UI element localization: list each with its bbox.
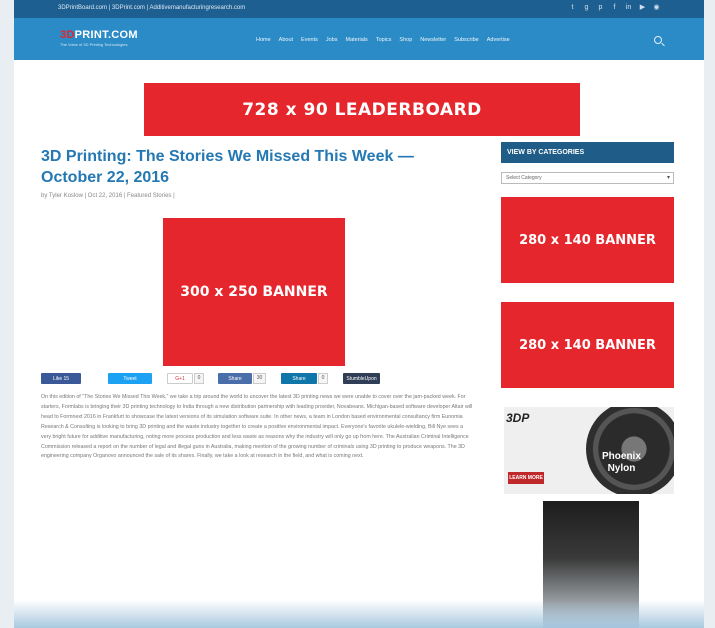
logo-prefix: 3D [60,29,75,41]
facebook-share-button[interactable]: Share [218,373,252,384]
menu-item-events[interactable]: Events [301,37,318,43]
stumbleupon-button[interactable]: StumbleUpon [343,373,380,384]
gplus-count: 0 [194,373,204,384]
sidebar-banner-ad-1[interactable]: 280 x 140 BANNER [501,197,674,283]
social-icons: t g p f in ▶ ◉ [569,4,660,11]
menu-item-subscribe[interactable]: Subscribe [454,37,478,43]
promo-brand: 3DP [506,411,530,425]
youtube-icon[interactable]: ▶ [639,4,646,11]
linkedin-share-count: 0 [318,373,328,384]
logo-name: PRINT.COM [74,29,138,41]
menu-item-materials[interactable]: Materials [346,37,368,43]
menu-item-jobs[interactable]: Jobs [326,37,338,43]
gplus-button[interactable]: G+1 [167,373,193,384]
linkedin-share-button[interactable]: Share [281,373,317,384]
promo-product-line2: Nylon [607,463,636,474]
site-logo[interactable]: 3DPRINT.COM The Voice of 3D Printing Tec… [60,29,138,47]
menu-item-topics[interactable]: Topics [376,37,392,43]
promo-product-name: Phoenix Nylon [602,451,641,475]
tweet-button[interactable]: Tweet [108,373,152,384]
learn-more-button[interactable]: LEARN MORE [508,472,544,484]
categories-header: VIEW BY CATEGORIES [501,142,674,163]
sidebar-banner-ad-2[interactable]: 280 x 140 BANNER [501,302,674,388]
menu-item-shop[interactable]: Shop [399,37,412,43]
page-frame: 3DPrintBoard.com | 3DPrint.com | Additiv… [14,0,704,628]
facebook-icon[interactable]: f [611,4,618,11]
twitter-icon[interactable]: t [569,4,576,11]
article-title: 3D Printing: The Stories We Missed This … [41,148,414,186]
googleplus-icon[interactable]: g [583,4,590,11]
category-select[interactable]: Select Category [501,172,674,184]
rss-icon[interactable]: ◉ [653,4,660,11]
network-links[interactable]: 3DPrintBoard.com | 3DPrint.com | Additiv… [58,5,245,11]
phoenix-nylon-ad[interactable]: 3DP LEARN MORE Phoenix Nylon [504,407,674,494]
article-meta: by Tyler Koslow | Oct 22, 2016 | Feature… [41,193,175,199]
banner-ad-300x250[interactable]: 300 x 250 BANNER [163,218,345,366]
menu-item-advertise[interactable]: Advertise [487,37,510,43]
linkedin-icon[interactable]: in [625,4,632,11]
search-icon[interactable] [654,36,662,44]
logo-tagline: The Voice of 3D Printing Technologies [60,42,128,47]
promo-product-line1: Phoenix [602,451,641,462]
menu-item-newsletter[interactable]: Newsletter [420,37,446,43]
facebook-like-button[interactable]: Like 15 [41,373,81,384]
article-body: On this edition of "The Stories We Misse… [41,394,473,460]
main-menu: Home About Events Jobs Materials Topics … [256,37,510,43]
top-bar: 3DPrintBoard.com | 3DPrint.com | Additiv… [14,0,704,18]
menu-item-home[interactable]: Home [256,37,271,43]
pinterest-icon[interactable]: p [597,4,604,11]
facebook-share-count: 30 [253,373,266,384]
main-navbar: 3DPRINT.COM The Voice of 3D Printing Tec… [14,18,704,60]
menu-item-about[interactable]: About [279,37,293,43]
bottom-edge [14,600,704,628]
leaderboard-ad[interactable]: 728 x 90 LEADERBOARD [144,83,580,136]
